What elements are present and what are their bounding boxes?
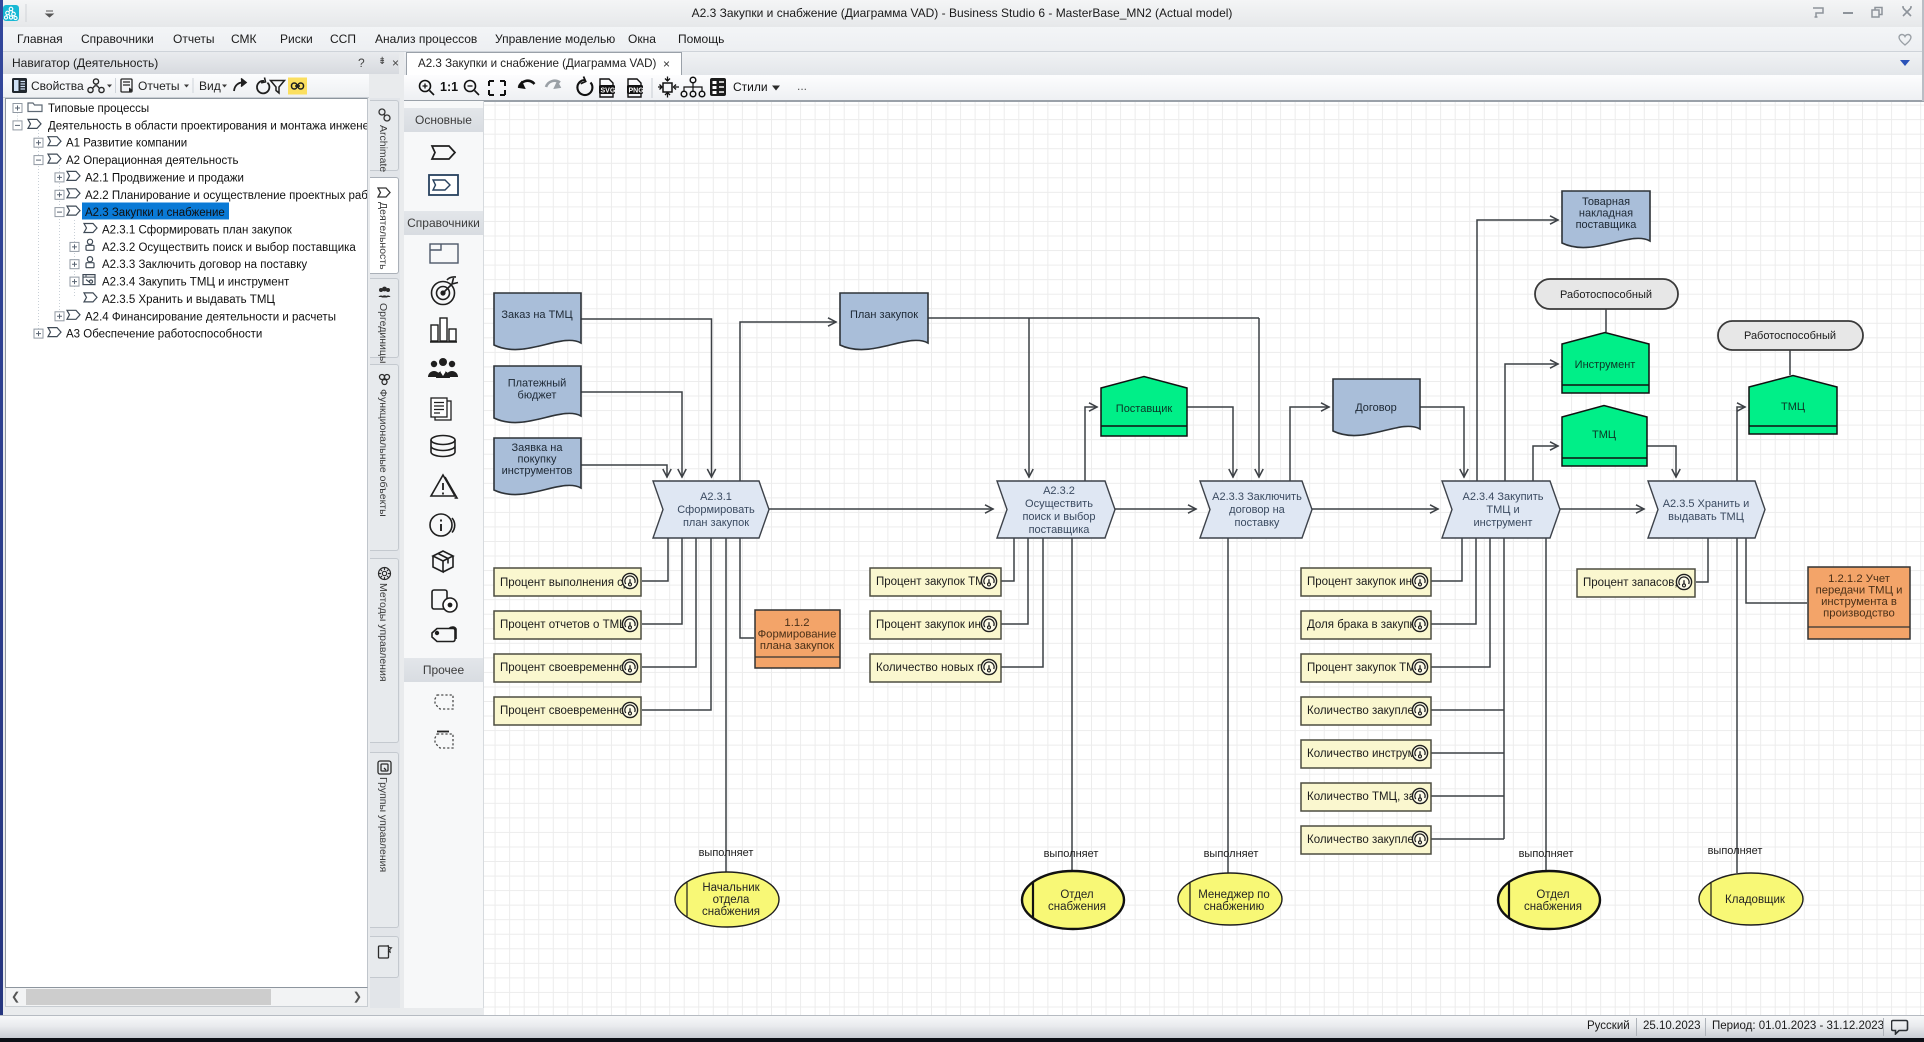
svg-text:Поставщик: Поставщик bbox=[1116, 403, 1173, 415]
svg-text:Количество инструме: Количество инструме bbox=[1307, 748, 1422, 760]
svg-text:1.2.1.2 Учет: 1.2.1.2 Учет bbox=[1828, 573, 1890, 585]
svg-text:Отчеты: Отчеты bbox=[138, 79, 179, 93]
svg-text:A2.3.5 Хранить и: A2.3.5 Хранить и bbox=[1663, 498, 1750, 510]
svg-text:поиск и выбор: поиск и выбор bbox=[1022, 511, 1095, 523]
svg-text:Количество закуплен: Количество закуплен bbox=[1307, 705, 1420, 717]
svg-text:бюджет: бюджет bbox=[518, 390, 557, 402]
svg-text:Товарная: Товарная bbox=[1582, 196, 1630, 208]
svg-text:A2.3.3 Заключить: A2.3.3 Заключить bbox=[1212, 491, 1302, 503]
svg-text:A2.3.4 Закупить: A2.3.4 Закупить bbox=[1463, 491, 1544, 503]
svg-text:Отдел: Отдел bbox=[1536, 889, 1569, 901]
svg-text:A2.3 Закупки и снабжение: A2.3 Закупки и снабжение bbox=[85, 207, 225, 219]
svg-text:плана закупок: плана закупок bbox=[760, 640, 834, 652]
svg-text:A2.3.2: A2.3.2 bbox=[1043, 485, 1075, 497]
svg-text:покупку: покупку bbox=[518, 454, 557, 466]
svg-text:SVG: SVG bbox=[601, 88, 616, 95]
svg-text:Типовые процессы: Типовые процессы bbox=[48, 103, 149, 115]
svg-text:A2.1 Продвижение и продажи: A2.1 Продвижение и продажи bbox=[85, 172, 244, 184]
svg-text:выполняет: выполняет bbox=[1044, 848, 1099, 860]
svg-text:снабжению: снабжению bbox=[1204, 901, 1265, 913]
svg-text:Кладовщик: Кладовщик bbox=[1725, 894, 1786, 906]
svg-text:Заказ на ТМЦ: Заказ на ТМЦ bbox=[501, 309, 572, 321]
svg-text:A2.3.1 Сформировать план закуп: A2.3.1 Сформировать план закупок bbox=[102, 225, 293, 237]
svg-text:выполняет: выполняет bbox=[1204, 848, 1259, 860]
svg-text:Вид: Вид bbox=[199, 79, 221, 93]
svg-text:Количество закуплен: Количество закуплен bbox=[1307, 834, 1420, 846]
svg-text:Процент отчетов о ТМЦ: Процент отчетов о ТМЦ bbox=[500, 619, 628, 631]
svg-text:A2.2 Планирование и осуществле: A2.2 Планирование и осуществление проект… bbox=[85, 190, 368, 202]
svg-text:поставщика: поставщика bbox=[1576, 219, 1638, 231]
svg-text:Процент закупок ТМЦ: Процент закупок ТМЦ bbox=[876, 576, 994, 588]
svg-text:...: ... bbox=[797, 79, 807, 93]
svg-text:Заявка на: Заявка на bbox=[512, 442, 564, 454]
svg-text:A2.3.2 Осуществить поиск и выб: A2.3.2 Осуществить поиск и выбор поставщ… bbox=[102, 242, 356, 254]
svg-text:Формирование: Формирование bbox=[758, 629, 837, 641]
svg-text:A1 Развитие компании: A1 Развитие компании bbox=[66, 138, 187, 150]
svg-text:Процент запасов, з: Процент запасов, з bbox=[1583, 577, 1686, 589]
svg-text:1.1.2: 1.1.2 bbox=[784, 617, 809, 629]
svg-text:передачи ТМЦ и: передачи ТМЦ и bbox=[1816, 585, 1903, 597]
svg-text:поставщика: поставщика bbox=[1029, 524, 1091, 536]
svg-text:A3 Обеспечение работоспособнос: A3 Обеспечение работоспособности bbox=[66, 329, 262, 341]
svg-text:Менеджер по: Менеджер по bbox=[1198, 889, 1270, 901]
svg-text:выполняет: выполняет bbox=[699, 847, 754, 859]
svg-text:A2.3.1: A2.3.1 bbox=[700, 491, 732, 503]
svg-text:ТМЦ и: ТМЦ и bbox=[1486, 504, 1519, 516]
svg-text:A2.4 Финансирование деятельнос: A2.4 Финансирование деятельности и расче… bbox=[85, 311, 336, 323]
svg-text:Работоспособный: Работоспособный bbox=[1744, 330, 1836, 342]
svg-text:Количество ТМЦ, заку: Количество ТМЦ, заку bbox=[1307, 791, 1426, 803]
svg-text:PNG: PNG bbox=[629, 88, 645, 95]
svg-text:Инструмент: Инструмент bbox=[1575, 359, 1636, 371]
svg-text:отдела: отдела bbox=[713, 894, 750, 906]
svg-text:Процент своевременно в: Процент своевременно в bbox=[500, 705, 635, 717]
svg-text:Начальник: Начальник bbox=[702, 882, 760, 894]
svg-text:Работоспособный: Работоспособный bbox=[1560, 289, 1652, 301]
svg-text:ТМЦ: ТМЦ bbox=[1592, 429, 1616, 441]
svg-text:A2.3.4 Закупить ТМЦ и инструме: A2.3.4 Закупить ТМЦ и инструмент bbox=[102, 277, 290, 289]
svg-text:производство: производство bbox=[1823, 608, 1895, 620]
svg-text:Стили: Стили bbox=[733, 80, 768, 94]
svg-text:Платежный: Платежный bbox=[508, 378, 567, 390]
svg-text:A2 Операционная деятельность: A2 Операционная деятельность bbox=[66, 155, 239, 167]
svg-text:ТМЦ: ТМЦ bbox=[1781, 401, 1805, 413]
svg-text:поставку: поставку bbox=[1235, 517, 1280, 529]
svg-text:Отдел: Отдел bbox=[1060, 889, 1093, 901]
svg-text:A2.3.5 Хранить и выдавать ТМЦ: A2.3.5 Хранить и выдавать ТМЦ bbox=[102, 294, 275, 306]
svg-text:снабжения: снабжения bbox=[702, 906, 760, 918]
svg-text:Количество новых по: Количество новых по bbox=[876, 662, 990, 674]
svg-text:Договор: Договор bbox=[1355, 402, 1397, 414]
svg-text:выполняет: выполняет bbox=[1708, 845, 1763, 857]
svg-text:план закупок: план закупок bbox=[683, 517, 749, 529]
svg-text:накладная: накладная bbox=[1579, 208, 1633, 220]
svg-text:инструмент: инструмент bbox=[1474, 517, 1533, 529]
svg-text:Процент своевременно з: Процент своевременно з bbox=[500, 662, 634, 674]
svg-text:Доля брака в закупках: Доля брака в закупках bbox=[1307, 619, 1427, 631]
svg-text:Процент выполнения сро: Процент выполнения сро bbox=[500, 577, 636, 589]
svg-text:снабжения: снабжения bbox=[1524, 901, 1582, 913]
svg-text:инструмента в: инструмента в bbox=[1821, 596, 1897, 608]
svg-text:снабжения: снабжения bbox=[1048, 901, 1106, 913]
svg-text:договор на: договор на bbox=[1229, 504, 1286, 516]
svg-text:План закупок: План закупок bbox=[850, 309, 918, 321]
svg-text:выполняет: выполняет bbox=[1519, 848, 1574, 860]
svg-text:инструментов: инструментов bbox=[502, 465, 573, 477]
svg-text:Деятельность в области проекти: Деятельность в области проектирования и … bbox=[48, 120, 368, 132]
svg-text:выдавать ТМЦ: выдавать ТМЦ bbox=[1668, 511, 1744, 523]
svg-text:Сформировать: Сформировать bbox=[677, 504, 755, 516]
svg-text:1:1: 1:1 bbox=[440, 80, 458, 94]
svg-text:Процент закупок инст: Процент закупок инст bbox=[876, 619, 993, 631]
svg-text:Процент закупок ТМЦ: Процент закупок ТМЦ bbox=[1307, 662, 1425, 674]
svg-text:Осуществить: Осуществить bbox=[1025, 498, 1093, 510]
svg-text:A2.3.3 Заключить договор на по: A2.3.3 Заключить договор на поставку bbox=[102, 259, 307, 271]
svg-text:Свойства: Свойства bbox=[31, 79, 84, 93]
svg-text:Процент закупок инст: Процент закупок инст bbox=[1307, 576, 1424, 588]
